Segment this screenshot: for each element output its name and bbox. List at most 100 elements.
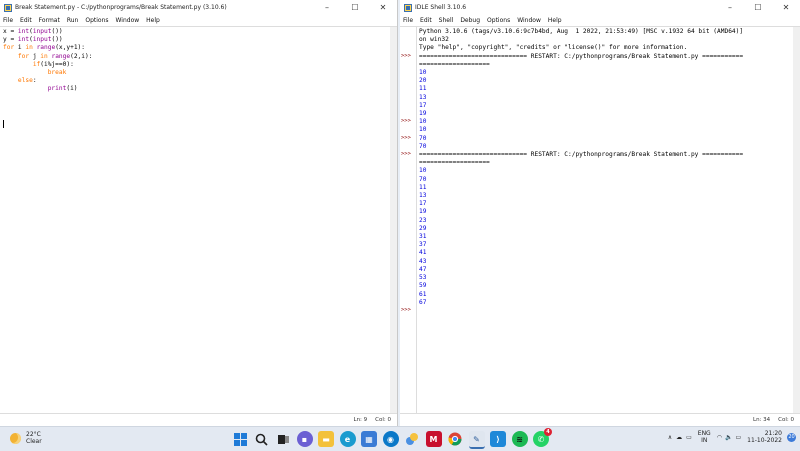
moon-icon bbox=[10, 432, 21, 444]
menu-options[interactable]: Options bbox=[85, 17, 108, 24]
shell-scrollbar[interactable] bbox=[793, 27, 800, 414]
output-line: 20 bbox=[419, 77, 427, 85]
weather-temperature: 22°C bbox=[26, 431, 41, 438]
cloud-icon[interactable]: ☁ bbox=[676, 434, 682, 441]
output-line: 37 bbox=[419, 241, 427, 249]
code-line: if(i%j==0): bbox=[32, 60, 74, 68]
language-indicator[interactable]: ENG IN bbox=[698, 430, 711, 444]
shell-line: Type "help", "copyright", "credits" or "… bbox=[419, 44, 688, 52]
volume-icon[interactable]: 🔈 bbox=[725, 434, 732, 441]
output-line: 10 bbox=[419, 69, 427, 77]
code-block: x = int(input()) y = int(input()) for i … bbox=[3, 28, 92, 94]
output-line: 10 bbox=[419, 167, 427, 175]
menu-shell[interactable]: Shell bbox=[439, 17, 454, 24]
shell-prompt: >>> bbox=[401, 151, 411, 157]
minimize-button[interactable]: – bbox=[716, 3, 744, 12]
clock[interactable]: 21:20 11-10-2022 bbox=[747, 430, 782, 444]
region-code: IN bbox=[701, 437, 708, 444]
shell-prompt: >>> bbox=[401, 306, 411, 313]
battery-icon[interactable]: ▭ bbox=[686, 434, 692, 441]
menu-file[interactable]: File bbox=[403, 17, 413, 24]
menu-window[interactable]: Window bbox=[517, 17, 541, 24]
chat-icon[interactable]: ▪ bbox=[296, 431, 313, 447]
menu-debug[interactable]: Debug bbox=[460, 17, 480, 24]
shell-menubar: File Edit Shell Debug Options Window Hel… bbox=[400, 15, 800, 25]
chrome-icon[interactable] bbox=[447, 431, 463, 447]
output-line: 10 bbox=[419, 118, 427, 126]
close-button[interactable]: ✕ bbox=[369, 3, 397, 12]
chevron-up-icon[interactable]: ∧ bbox=[668, 434, 672, 441]
code-line: x = int(input()) bbox=[3, 28, 63, 35]
weather-widget[interactable]: 22°C Clear bbox=[10, 431, 42, 445]
mcafee-icon[interactable]: M bbox=[425, 431, 442, 447]
vscode-icon[interactable]: ⟩ bbox=[490, 431, 506, 447]
dell-icon[interactable]: ◉ bbox=[382, 431, 399, 447]
windows-start-icon[interactable] bbox=[232, 431, 248, 447]
search-icon[interactable] bbox=[254, 431, 270, 447]
menu-options[interactable]: Options bbox=[487, 17, 510, 24]
menu-help[interactable]: Help bbox=[548, 17, 562, 24]
shell-line: =================== bbox=[419, 159, 490, 167]
output-line: 17 bbox=[419, 200, 427, 208]
editor-text-area[interactable]: x = int(input()) y = int(input()) for i … bbox=[0, 26, 397, 414]
editor-scrollbar[interactable] bbox=[390, 27, 397, 414]
editor-title: Break Statement.py - C:/pythonprograms/B… bbox=[15, 4, 227, 11]
output-line: 13 bbox=[419, 93, 427, 101]
output-line: 61 bbox=[419, 290, 427, 298]
output-line: 19 bbox=[419, 110, 427, 118]
menu-file[interactable]: File bbox=[3, 17, 13, 24]
code-line: break bbox=[47, 69, 67, 77]
menu-run[interactable]: Run bbox=[67, 17, 79, 24]
shell-prompt: >>> bbox=[401, 52, 411, 59]
menu-window[interactable]: Window bbox=[116, 17, 140, 24]
output-line: 43 bbox=[419, 257, 427, 265]
notes-icon[interactable] bbox=[404, 431, 420, 447]
minimize-button[interactable]: – bbox=[313, 3, 341, 12]
system-tray: ∧ ☁ ▭ ENG IN ◠ 🔈 ▭ 21:20 11-10-2022 20 bbox=[668, 430, 796, 444]
shell-output: Python 3.10.6 (tags/v3.10.6:9c7b4bd, Aug… bbox=[419, 28, 743, 307]
shell-prompt: >>> bbox=[401, 134, 411, 141]
edge-icon[interactable]: e bbox=[339, 431, 356, 447]
editor-col-indicator: Col: 0 bbox=[375, 417, 391, 423]
output-line: 47 bbox=[419, 265, 427, 273]
shell-text-area[interactable]: >>> >>> >>> >>> >>> Python 3.10.6 (tags/v3.1… bbox=[400, 26, 800, 414]
shell-titlebar: IDLE Shell 3.10.6 – ☐ ✕ bbox=[400, 0, 800, 15]
editor-statusbar: Ln: 9 Col: 0 bbox=[0, 413, 397, 426]
task-view-icon[interactable] bbox=[275, 431, 291, 447]
editor-titlebar: Break Statement.py - C:/pythonprograms/B… bbox=[0, 0, 397, 15]
shell-col-indicator: Col: 0 bbox=[778, 417, 794, 423]
editor-line-indicator: Ln: 9 bbox=[353, 417, 368, 423]
output-line: 59 bbox=[419, 282, 427, 290]
menu-help[interactable]: Help bbox=[146, 17, 160, 24]
output-line: 11 bbox=[419, 183, 427, 191]
weather-condition: Clear bbox=[26, 438, 42, 445]
shell-prompt: >>> bbox=[401, 118, 411, 125]
store-icon[interactable]: ▦ bbox=[361, 431, 377, 447]
output-line: 31 bbox=[419, 233, 427, 241]
spotify-icon[interactable]: ≋ bbox=[511, 431, 528, 447]
idle-taskbar-icon[interactable]: ✎ bbox=[468, 431, 485, 449]
lang-code: ENG bbox=[697, 430, 711, 437]
shell-line: on win32 bbox=[419, 36, 449, 44]
shell-line: Python 3.10.6 (tags/v3.10.6:9c7b4bd, Aug… bbox=[419, 28, 744, 35]
menu-format[interactable]: Format bbox=[39, 17, 60, 24]
whatsapp-icon[interactable]: ✆ 4 bbox=[533, 428, 552, 447]
notification-badge[interactable]: 20 bbox=[787, 432, 796, 442]
maximize-button[interactable]: ☐ bbox=[341, 3, 369, 12]
code-line: for j in range(2,i): bbox=[17, 52, 93, 60]
output-line: 17 bbox=[419, 101, 427, 109]
editor-window: Break Statement.py - C:/pythonprograms/B… bbox=[0, 0, 398, 426]
maximize-button[interactable]: ☐ bbox=[744, 3, 772, 12]
clock-date: 11-10-2022 bbox=[747, 437, 782, 444]
shell-line-indicator: Ln: 34 bbox=[753, 417, 771, 423]
close-button[interactable]: ✕ bbox=[772, 3, 800, 12]
battery-charge-icon[interactable]: ▭ bbox=[735, 434, 741, 441]
menu-edit[interactable]: Edit bbox=[420, 17, 432, 24]
editor-menubar: File Edit Format Run Options Window Help bbox=[0, 15, 397, 25]
menu-edit[interactable]: Edit bbox=[20, 17, 32, 24]
wifi-icon[interactable]: ◠ bbox=[717, 434, 722, 441]
output-line: 19 bbox=[419, 208, 427, 216]
file-explorer-icon[interactable]: ▬ bbox=[318, 431, 334, 447]
output-line: 70 bbox=[419, 142, 427, 150]
output-line: 53 bbox=[419, 274, 427, 282]
